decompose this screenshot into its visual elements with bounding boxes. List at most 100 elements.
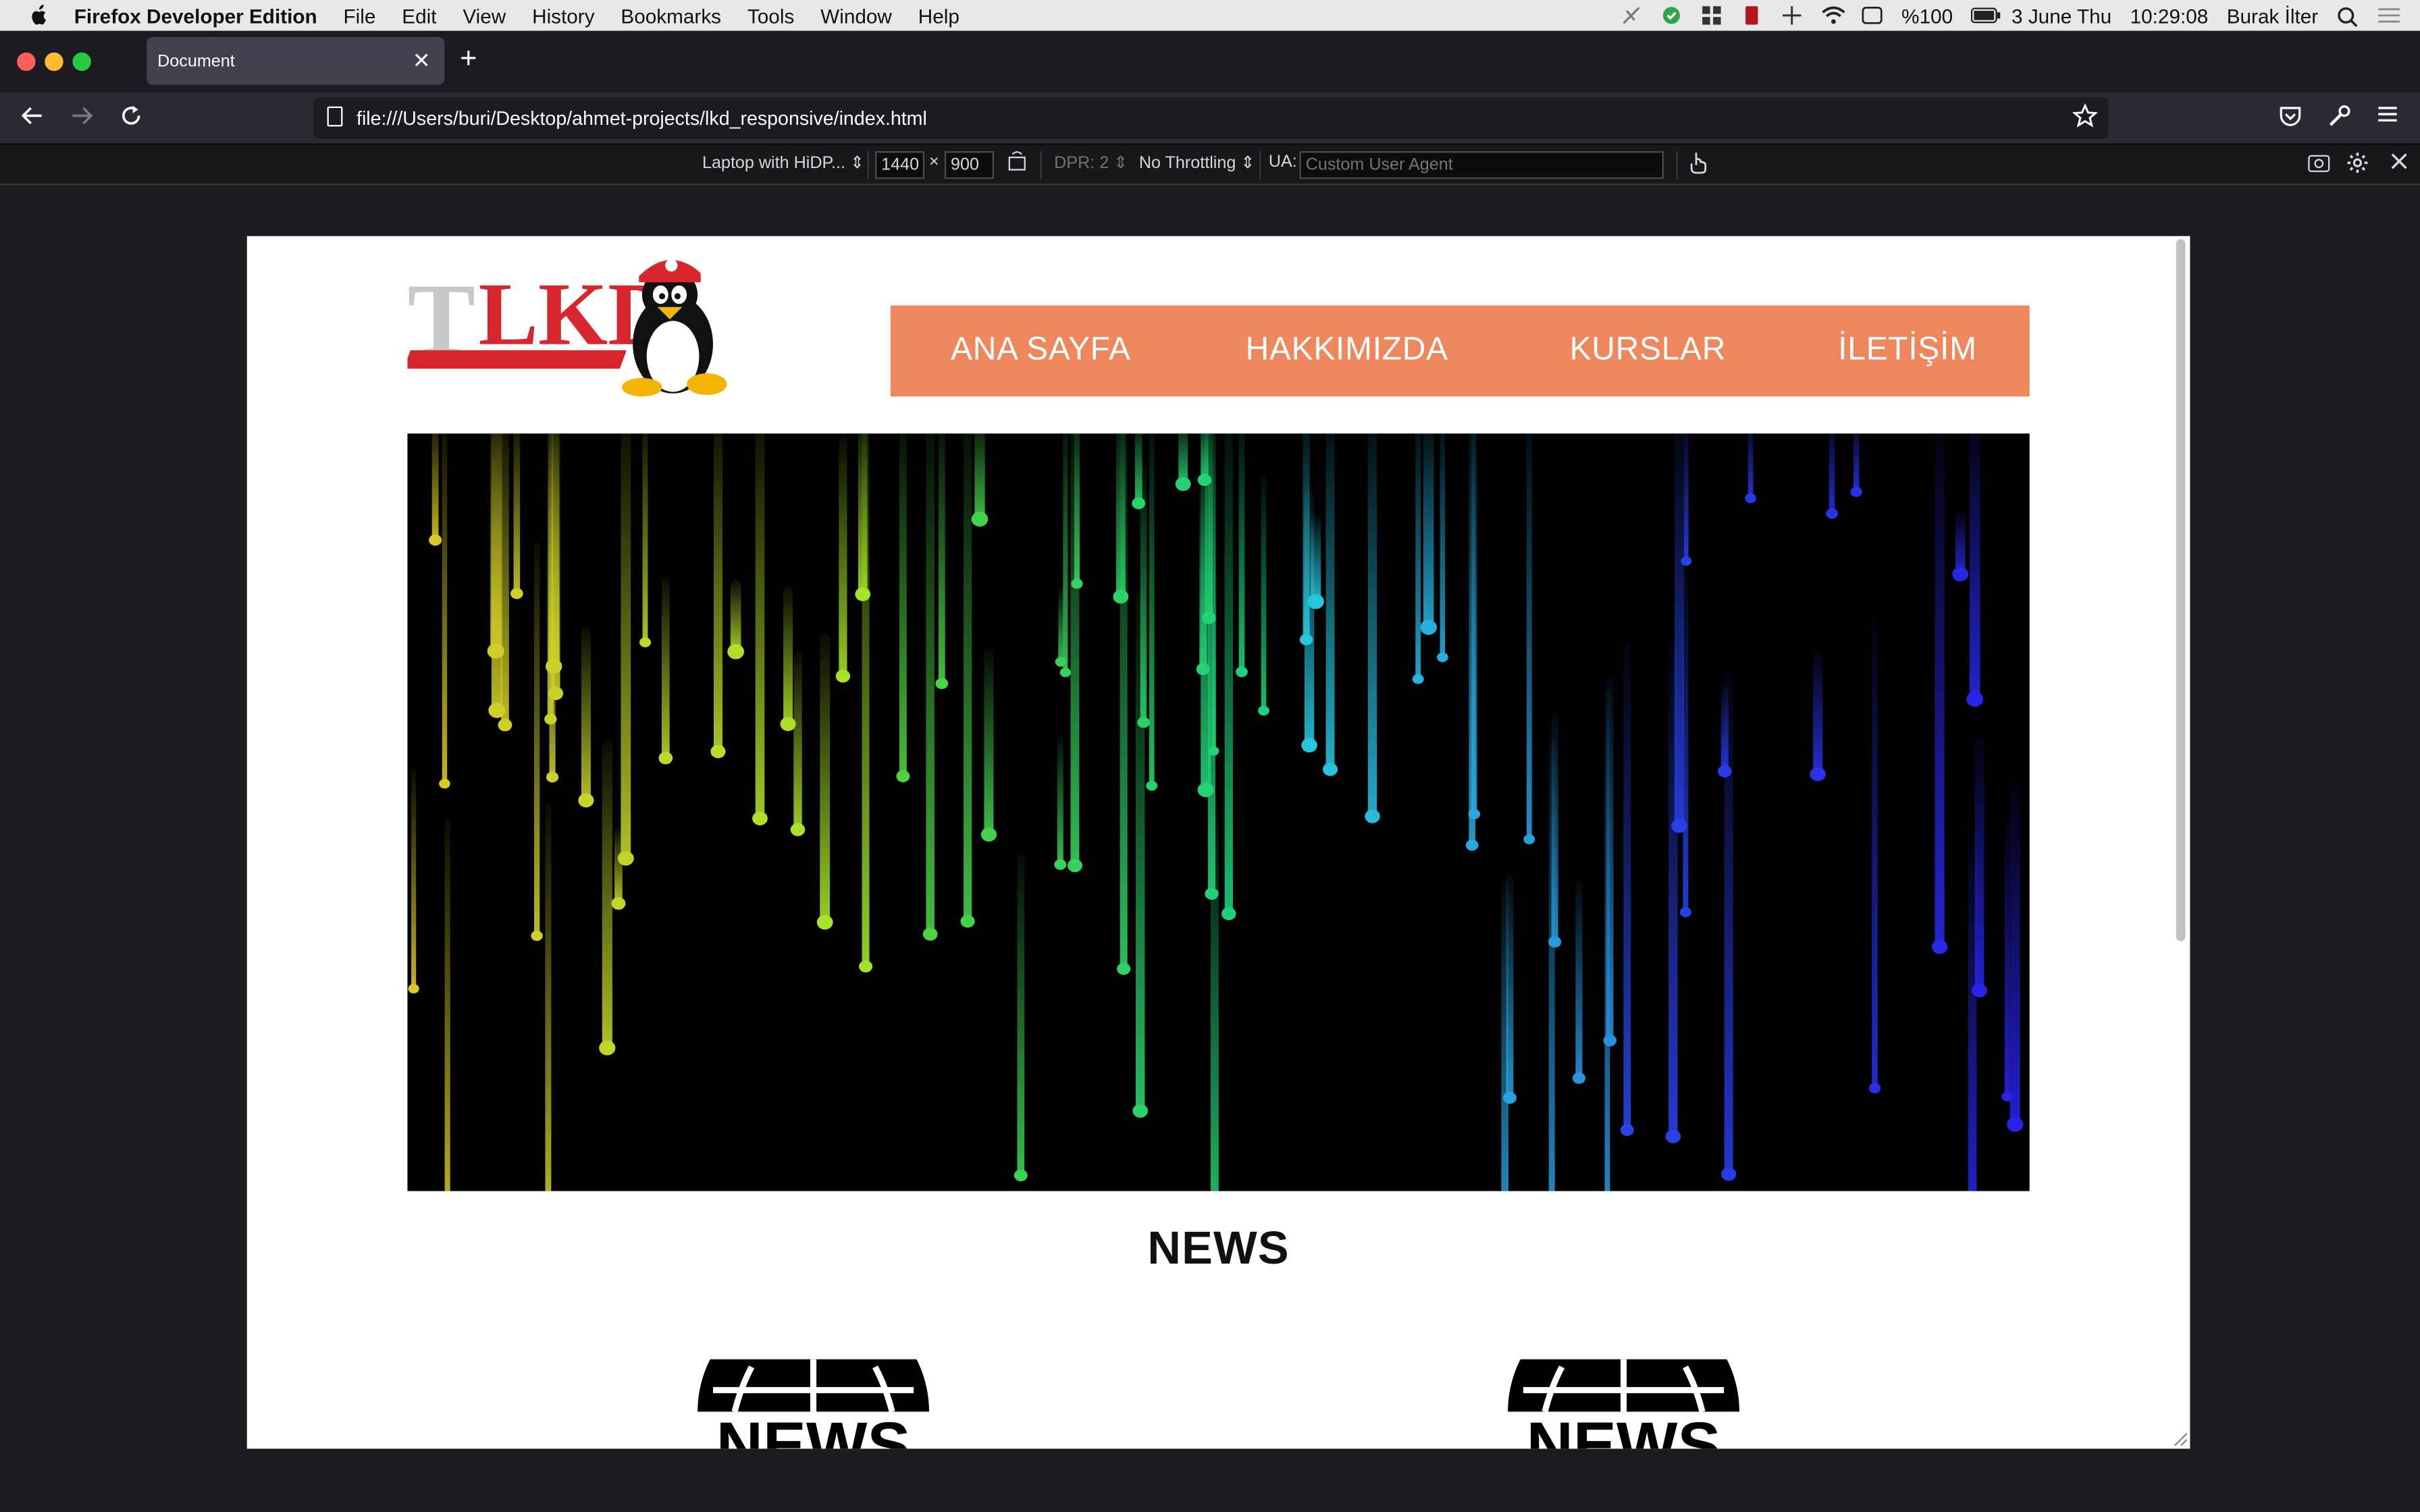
light-streak-tip [1721, 1167, 1737, 1181]
light-streak-tip [859, 960, 873, 973]
light-streak-tip [1117, 963, 1131, 975]
menu-window[interactable]: Window [820, 4, 892, 27]
light-streak-tip [1952, 566, 1969, 582]
nav-link-home[interactable]: ANA SAYFA [951, 331, 1131, 369]
user-agent-input[interactable] [1299, 151, 1664, 180]
light-streak [431, 433, 439, 541]
window-close-button[interactable] [17, 52, 36, 72]
viewport-width-input[interactable]: 1440 [874, 151, 925, 180]
bookmark-star-icon[interactable] [2072, 103, 2099, 136]
viewport-resize-handle[interactable] [2172, 1430, 2187, 1446]
light-streak-tip [439, 778, 450, 789]
device-selector[interactable]: Laptop with HiDP... ⇕ [702, 153, 864, 173]
new-tab-button[interactable]: + [460, 44, 477, 76]
nav-link-courses[interactable]: KURSLAR [1570, 331, 1727, 369]
battery-percent: %100 [1901, 3, 1953, 27]
reload-button[interactable] [119, 103, 144, 136]
light-streak [1606, 677, 1614, 1041]
light-streak [1683, 433, 1689, 562]
apple-menu-icon[interactable] [28, 4, 49, 26]
light-streak-tip [578, 793, 594, 808]
touch-simulation-icon[interactable] [1689, 151, 1709, 179]
light-streak [2009, 781, 2020, 1125]
menu-help[interactable]: Help [918, 4, 959, 27]
light-streak [533, 542, 540, 936]
mute-icon[interactable] [1621, 6, 1642, 24]
light-streak [984, 649, 994, 835]
menu-view[interactable]: View [463, 4, 506, 27]
rotate-viewport-icon[interactable] [1006, 150, 1028, 176]
dpr-selector[interactable]: DPR: 2 ⇕ [1054, 153, 1128, 173]
news-globe-icon: NEWS [698, 1359, 929, 1449]
tab-document[interactable]: Document ✕ [147, 36, 445, 85]
light-streak-tip [1301, 738, 1317, 753]
light-streak-tip [1437, 652, 1448, 662]
window-zoom-button[interactable] [72, 52, 91, 72]
menu-edit[interactable]: Edit [402, 4, 436, 27]
light-streak [621, 433, 631, 859]
screenshot-camera-icon[interactable] [2307, 151, 2330, 178]
light-streak [1747, 433, 1754, 499]
menubar-user[interactable]: Burak İlter [2227, 4, 2318, 27]
menu-history[interactable]: History [532, 4, 594, 27]
light-streak [1575, 880, 1583, 1079]
settings-gear-icon[interactable] [2346, 151, 2369, 179]
control-center-icon[interactable] [2377, 6, 2400, 24]
menu-app-name[interactable]: Firefox Developer Edition [74, 4, 317, 27]
page-scrollbar[interactable] [2176, 239, 2186, 942]
forward-button[interactable] [70, 103, 95, 136]
lkd-logo[interactable]: T LKD [403, 248, 735, 400]
menu-tools[interactable]: Tools [747, 4, 794, 27]
throttling-selector[interactable]: No Throttling ⇕ [1139, 153, 1255, 173]
light-streak [545, 803, 552, 1191]
light-streak [1829, 433, 1835, 514]
red-app-icon[interactable] [1741, 6, 1762, 25]
light-streak [2004, 817, 2010, 1097]
nav-link-about[interactable]: HAKKIMIZDA [1246, 331, 1448, 369]
window-minimize-button[interactable] [45, 52, 63, 72]
keyboard-icon[interactable] [1862, 6, 1883, 24]
light-streak [1423, 433, 1434, 628]
tab-close-icon[interactable]: ✕ [413, 48, 431, 74]
wifi-icon[interactable] [1821, 6, 1845, 24]
battery-icon[interactable] [1971, 6, 2001, 24]
light-streak-tip [896, 770, 910, 782]
light-streak-tip [980, 827, 997, 842]
viewport-height-input[interactable]: 900 [944, 151, 994, 180]
light-streak-tip [855, 587, 871, 601]
light-streak [820, 633, 831, 923]
spotlight-search-icon[interactable] [2337, 6, 2359, 28]
pocket-icon[interactable] [2278, 103, 2303, 136]
hero-image [407, 433, 2030, 1191]
url-bar[interactable]: file:///Users/buri/Desktop/ahmet-project… [313, 97, 2109, 139]
grid-app-icon[interactable] [1701, 6, 1722, 25]
page-viewport[interactable]: T LKD ANA SAYFA HAKKIMIZDA KURSLAR İLETİ… [246, 236, 2190, 1449]
back-button[interactable] [20, 103, 45, 136]
light-streak-tip [1931, 940, 1948, 954]
menu-file[interactable]: File [344, 4, 376, 27]
menu-bookmarks[interactable]: Bookmarks [621, 4, 721, 27]
close-responsive-mode-icon[interactable] [2389, 151, 2409, 176]
hero-light-streaks [408, 433, 2024, 1191]
light-streak [1120, 433, 1128, 969]
tab-title: Document [157, 51, 235, 70]
light-streak-tip [1137, 717, 1150, 728]
light-streak-tip [1132, 1104, 1149, 1118]
light-streak [444, 817, 450, 1191]
light-streak-tip [1810, 767, 1826, 782]
light-streak [974, 433, 985, 520]
url-text[interactable]: file:///Users/buri/Desktop/ahmet-project… [357, 107, 927, 129]
light-streak [513, 433, 521, 594]
light-streak-tip [1258, 705, 1269, 716]
move-icon[interactable] [1781, 6, 1803, 25]
nav-link-contact[interactable]: İLETİŞİM [1838, 331, 1977, 369]
hamburger-menu-icon[interactable] [2377, 103, 2398, 132]
shield-check-icon[interactable] [1661, 6, 1683, 24]
light-streak-tip [498, 718, 512, 732]
news-globe-icon: NEWS [1508, 1359, 1739, 1449]
light-streak [614, 827, 623, 904]
devtools-wrench-icon[interactable] [2327, 103, 2352, 136]
light-streak [490, 433, 501, 651]
light-streak-tip [548, 686, 564, 701]
light-streak-tip [922, 927, 938, 941]
